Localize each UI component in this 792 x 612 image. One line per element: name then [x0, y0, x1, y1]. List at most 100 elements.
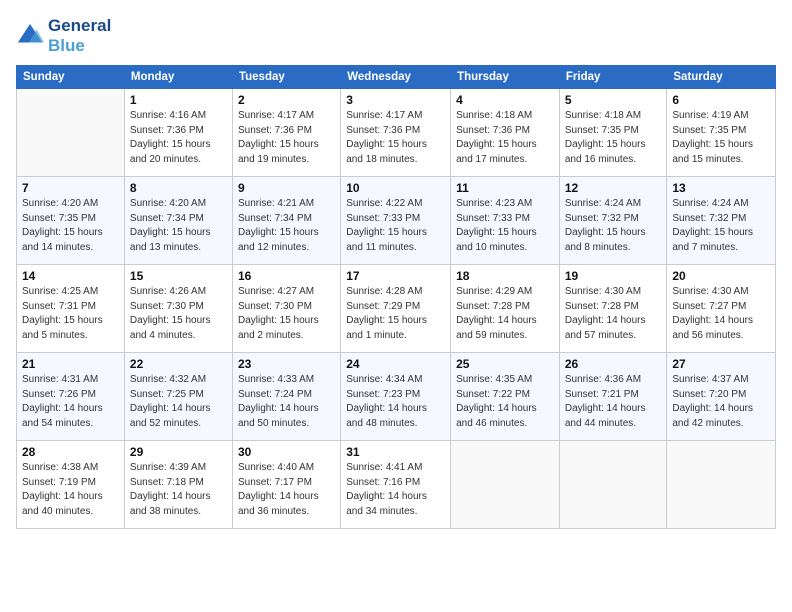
- logo: General Blue: [16, 16, 111, 55]
- day-info: Sunrise: 4:36 AM Sunset: 7:21 PM Dayligh…: [565, 373, 662, 431]
- weekday-header-friday: Friday: [559, 66, 667, 89]
- calendar-body: 1 Sunrise: 4:16 AM Sunset: 7:36 PM Daylig…: [17, 89, 776, 529]
- day-number: 16: [238, 269, 335, 283]
- day-number: 21: [22, 357, 119, 371]
- day-number: 22: [130, 357, 227, 371]
- day-number: 10: [346, 181, 445, 195]
- calendar-cell: 16 Sunrise: 4:27 AM Sunset: 7:30 PM Dayli…: [232, 265, 340, 353]
- day-number: 29: [130, 445, 227, 459]
- calendar-cell: 6 Sunrise: 4:19 AM Sunset: 7:35 PM Daylig…: [667, 89, 776, 177]
- day-info: Sunrise: 4:28 AM Sunset: 7:29 PM Dayligh…: [346, 285, 445, 343]
- day-info: Sunrise: 4:20 AM Sunset: 7:35 PM Dayligh…: [22, 197, 119, 255]
- calendar-cell: 5 Sunrise: 4:18 AM Sunset: 7:35 PM Daylig…: [559, 89, 667, 177]
- weekday-header-sunday: Sunday: [17, 66, 125, 89]
- calendar-cell: 29Sunrise: 4:39 AM Sunset: 7:18 PM Dayli…: [124, 441, 232, 529]
- calendar-cell: 8 Sunrise: 4:20 AM Sunset: 7:34 PM Daylig…: [124, 177, 232, 265]
- calendar-cell: [667, 441, 776, 529]
- day-info: Sunrise: 4:17 AM Sunset: 7:36 PM Dayligh…: [238, 109, 335, 167]
- day-info: Sunrise: 4:31 AM Sunset: 7:26 PM Dayligh…: [22, 373, 119, 431]
- day-info: Sunrise: 4:21 AM Sunset: 7:34 PM Dayligh…: [238, 197, 335, 255]
- calendar-cell: [451, 441, 560, 529]
- day-info: Sunrise: 4:35 AM Sunset: 7:22 PM Dayligh…: [456, 373, 554, 431]
- calendar-cell: 19 Sunrise: 4:30 AM Sunset: 7:28 PM Dayli…: [559, 265, 667, 353]
- day-info: Sunrise: 4:24 AM Sunset: 7:32 PM Dayligh…: [565, 197, 662, 255]
- day-number: 31: [346, 445, 445, 459]
- day-info: Sunrise: 4:29 AM Sunset: 7:28 PM Dayligh…: [456, 285, 554, 343]
- weekday-header-row: SundayMondayTuesdayWednesdayThursdayFrid…: [17, 66, 776, 89]
- calendar-table: SundayMondayTuesdayWednesdayThursdayFrid…: [16, 65, 776, 529]
- weekday-header-tuesday: Tuesday: [232, 66, 340, 89]
- week-row-3: 14Sunrise: 4:25 AM Sunset: 7:31 PM Dayli…: [17, 265, 776, 353]
- day-info: Sunrise: 4:30 AM Sunset: 7:27 PM Dayligh…: [672, 285, 770, 343]
- week-row-4: 21 Sunrise: 4:31 AM Sunset: 7:26 PM Dayli…: [17, 353, 776, 441]
- calendar-cell: 7Sunrise: 4:20 AM Sunset: 7:35 PM Daylig…: [17, 177, 125, 265]
- day-number: 9: [238, 181, 335, 195]
- day-number: 5: [565, 93, 662, 107]
- logo-icon: [16, 22, 44, 50]
- day-number: 2: [238, 93, 335, 107]
- day-info: Sunrise: 4:25 AM Sunset: 7:31 PM Dayligh…: [22, 285, 119, 343]
- day-number: 23: [238, 357, 335, 371]
- weekday-header-saturday: Saturday: [667, 66, 776, 89]
- week-row-2: 7Sunrise: 4:20 AM Sunset: 7:35 PM Daylig…: [17, 177, 776, 265]
- day-number: 12: [565, 181, 662, 195]
- calendar-cell: 21 Sunrise: 4:31 AM Sunset: 7:26 PM Dayli…: [17, 353, 125, 441]
- day-info: Sunrise: 4:27 AM Sunset: 7:30 PM Dayligh…: [238, 285, 335, 343]
- day-info: Sunrise: 4:20 AM Sunset: 7:34 PM Dayligh…: [130, 197, 227, 255]
- calendar-cell: 13Sunrise: 4:24 AM Sunset: 7:32 PM Dayli…: [667, 177, 776, 265]
- day-info: Sunrise: 4:19 AM Sunset: 7:35 PM Dayligh…: [672, 109, 770, 167]
- day-number: 26: [565, 357, 662, 371]
- calendar-cell: 1 Sunrise: 4:16 AM Sunset: 7:36 PM Daylig…: [124, 89, 232, 177]
- day-info: Sunrise: 4:37 AM Sunset: 7:20 PM Dayligh…: [672, 373, 770, 431]
- day-info: Sunrise: 4:41 AM Sunset: 7:16 PM Dayligh…: [346, 461, 445, 519]
- calendar-cell: 22 Sunrise: 4:32 AM Sunset: 7:25 PM Dayli…: [124, 353, 232, 441]
- day-info: Sunrise: 4:22 AM Sunset: 7:33 PM Dayligh…: [346, 197, 445, 255]
- day-number: 6: [672, 93, 770, 107]
- day-number: 27: [672, 357, 770, 371]
- day-number: 8: [130, 181, 227, 195]
- weekday-header-wednesday: Wednesday: [341, 66, 451, 89]
- day-info: Sunrise: 4:32 AM Sunset: 7:25 PM Dayligh…: [130, 373, 227, 431]
- day-number: 20: [672, 269, 770, 283]
- page: General Blue SundayMondayTuesdayWednesda…: [0, 0, 792, 612]
- calendar-cell: 4 Sunrise: 4:18 AM Sunset: 7:36 PM Daylig…: [451, 89, 560, 177]
- calendar-cell: 10 Sunrise: 4:22 AM Sunset: 7:33 PM Dayli…: [341, 177, 451, 265]
- day-number: 4: [456, 93, 554, 107]
- weekday-header-thursday: Thursday: [451, 66, 560, 89]
- day-number: 13: [672, 181, 770, 195]
- day-info: Sunrise: 4:23 AM Sunset: 7:33 PM Dayligh…: [456, 197, 554, 255]
- day-info: Sunrise: 4:30 AM Sunset: 7:28 PM Dayligh…: [565, 285, 662, 343]
- calendar-cell: 17Sunrise: 4:28 AM Sunset: 7:29 PM Dayli…: [341, 265, 451, 353]
- logo-text: General Blue: [48, 16, 111, 55]
- day-info: Sunrise: 4:34 AM Sunset: 7:23 PM Dayligh…: [346, 373, 445, 431]
- day-number: 1: [130, 93, 227, 107]
- calendar-cell: 12 Sunrise: 4:24 AM Sunset: 7:32 PM Dayli…: [559, 177, 667, 265]
- weekday-header-monday: Monday: [124, 66, 232, 89]
- calendar-cell: 31 Sunrise: 4:41 AM Sunset: 7:16 PM Dayli…: [341, 441, 451, 529]
- calendar-cell: [559, 441, 667, 529]
- calendar-cell: 27 Sunrise: 4:37 AM Sunset: 7:20 PM Dayli…: [667, 353, 776, 441]
- day-info: Sunrise: 4:18 AM Sunset: 7:36 PM Dayligh…: [456, 109, 554, 167]
- calendar-cell: 18 Sunrise: 4:29 AM Sunset: 7:28 PM Dayli…: [451, 265, 560, 353]
- day-number: 24: [346, 357, 445, 371]
- calendar-cell: 20 Sunrise: 4:30 AM Sunset: 7:27 PM Dayli…: [667, 265, 776, 353]
- calendar-cell: 30Sunrise: 4:40 AM Sunset: 7:17 PM Dayli…: [232, 441, 340, 529]
- day-info: Sunrise: 4:16 AM Sunset: 7:36 PM Dayligh…: [130, 109, 227, 167]
- day-info: Sunrise: 4:26 AM Sunset: 7:30 PM Dayligh…: [130, 285, 227, 343]
- day-number: 3: [346, 93, 445, 107]
- day-info: Sunrise: 4:38 AM Sunset: 7:19 PM Dayligh…: [22, 461, 119, 519]
- calendar-cell: 15Sunrise: 4:26 AM Sunset: 7:30 PM Dayli…: [124, 265, 232, 353]
- day-number: 28: [22, 445, 119, 459]
- day-number: 30: [238, 445, 335, 459]
- day-info: Sunrise: 4:17 AM Sunset: 7:36 PM Dayligh…: [346, 109, 445, 167]
- calendar-cell: 25Sunrise: 4:35 AM Sunset: 7:22 PM Dayli…: [451, 353, 560, 441]
- week-row-1: 1 Sunrise: 4:16 AM Sunset: 7:36 PM Daylig…: [17, 89, 776, 177]
- calendar-cell: 14Sunrise: 4:25 AM Sunset: 7:31 PM Dayli…: [17, 265, 125, 353]
- calendar-cell: 11Sunrise: 4:23 AM Sunset: 7:33 PM Dayli…: [451, 177, 560, 265]
- day-info: Sunrise: 4:18 AM Sunset: 7:35 PM Dayligh…: [565, 109, 662, 167]
- day-number: 18: [456, 269, 554, 283]
- calendar-cell: 28 Sunrise: 4:38 AM Sunset: 7:19 PM Dayli…: [17, 441, 125, 529]
- header: General Blue: [16, 16, 776, 55]
- calendar-cell: [17, 89, 125, 177]
- day-number: 19: [565, 269, 662, 283]
